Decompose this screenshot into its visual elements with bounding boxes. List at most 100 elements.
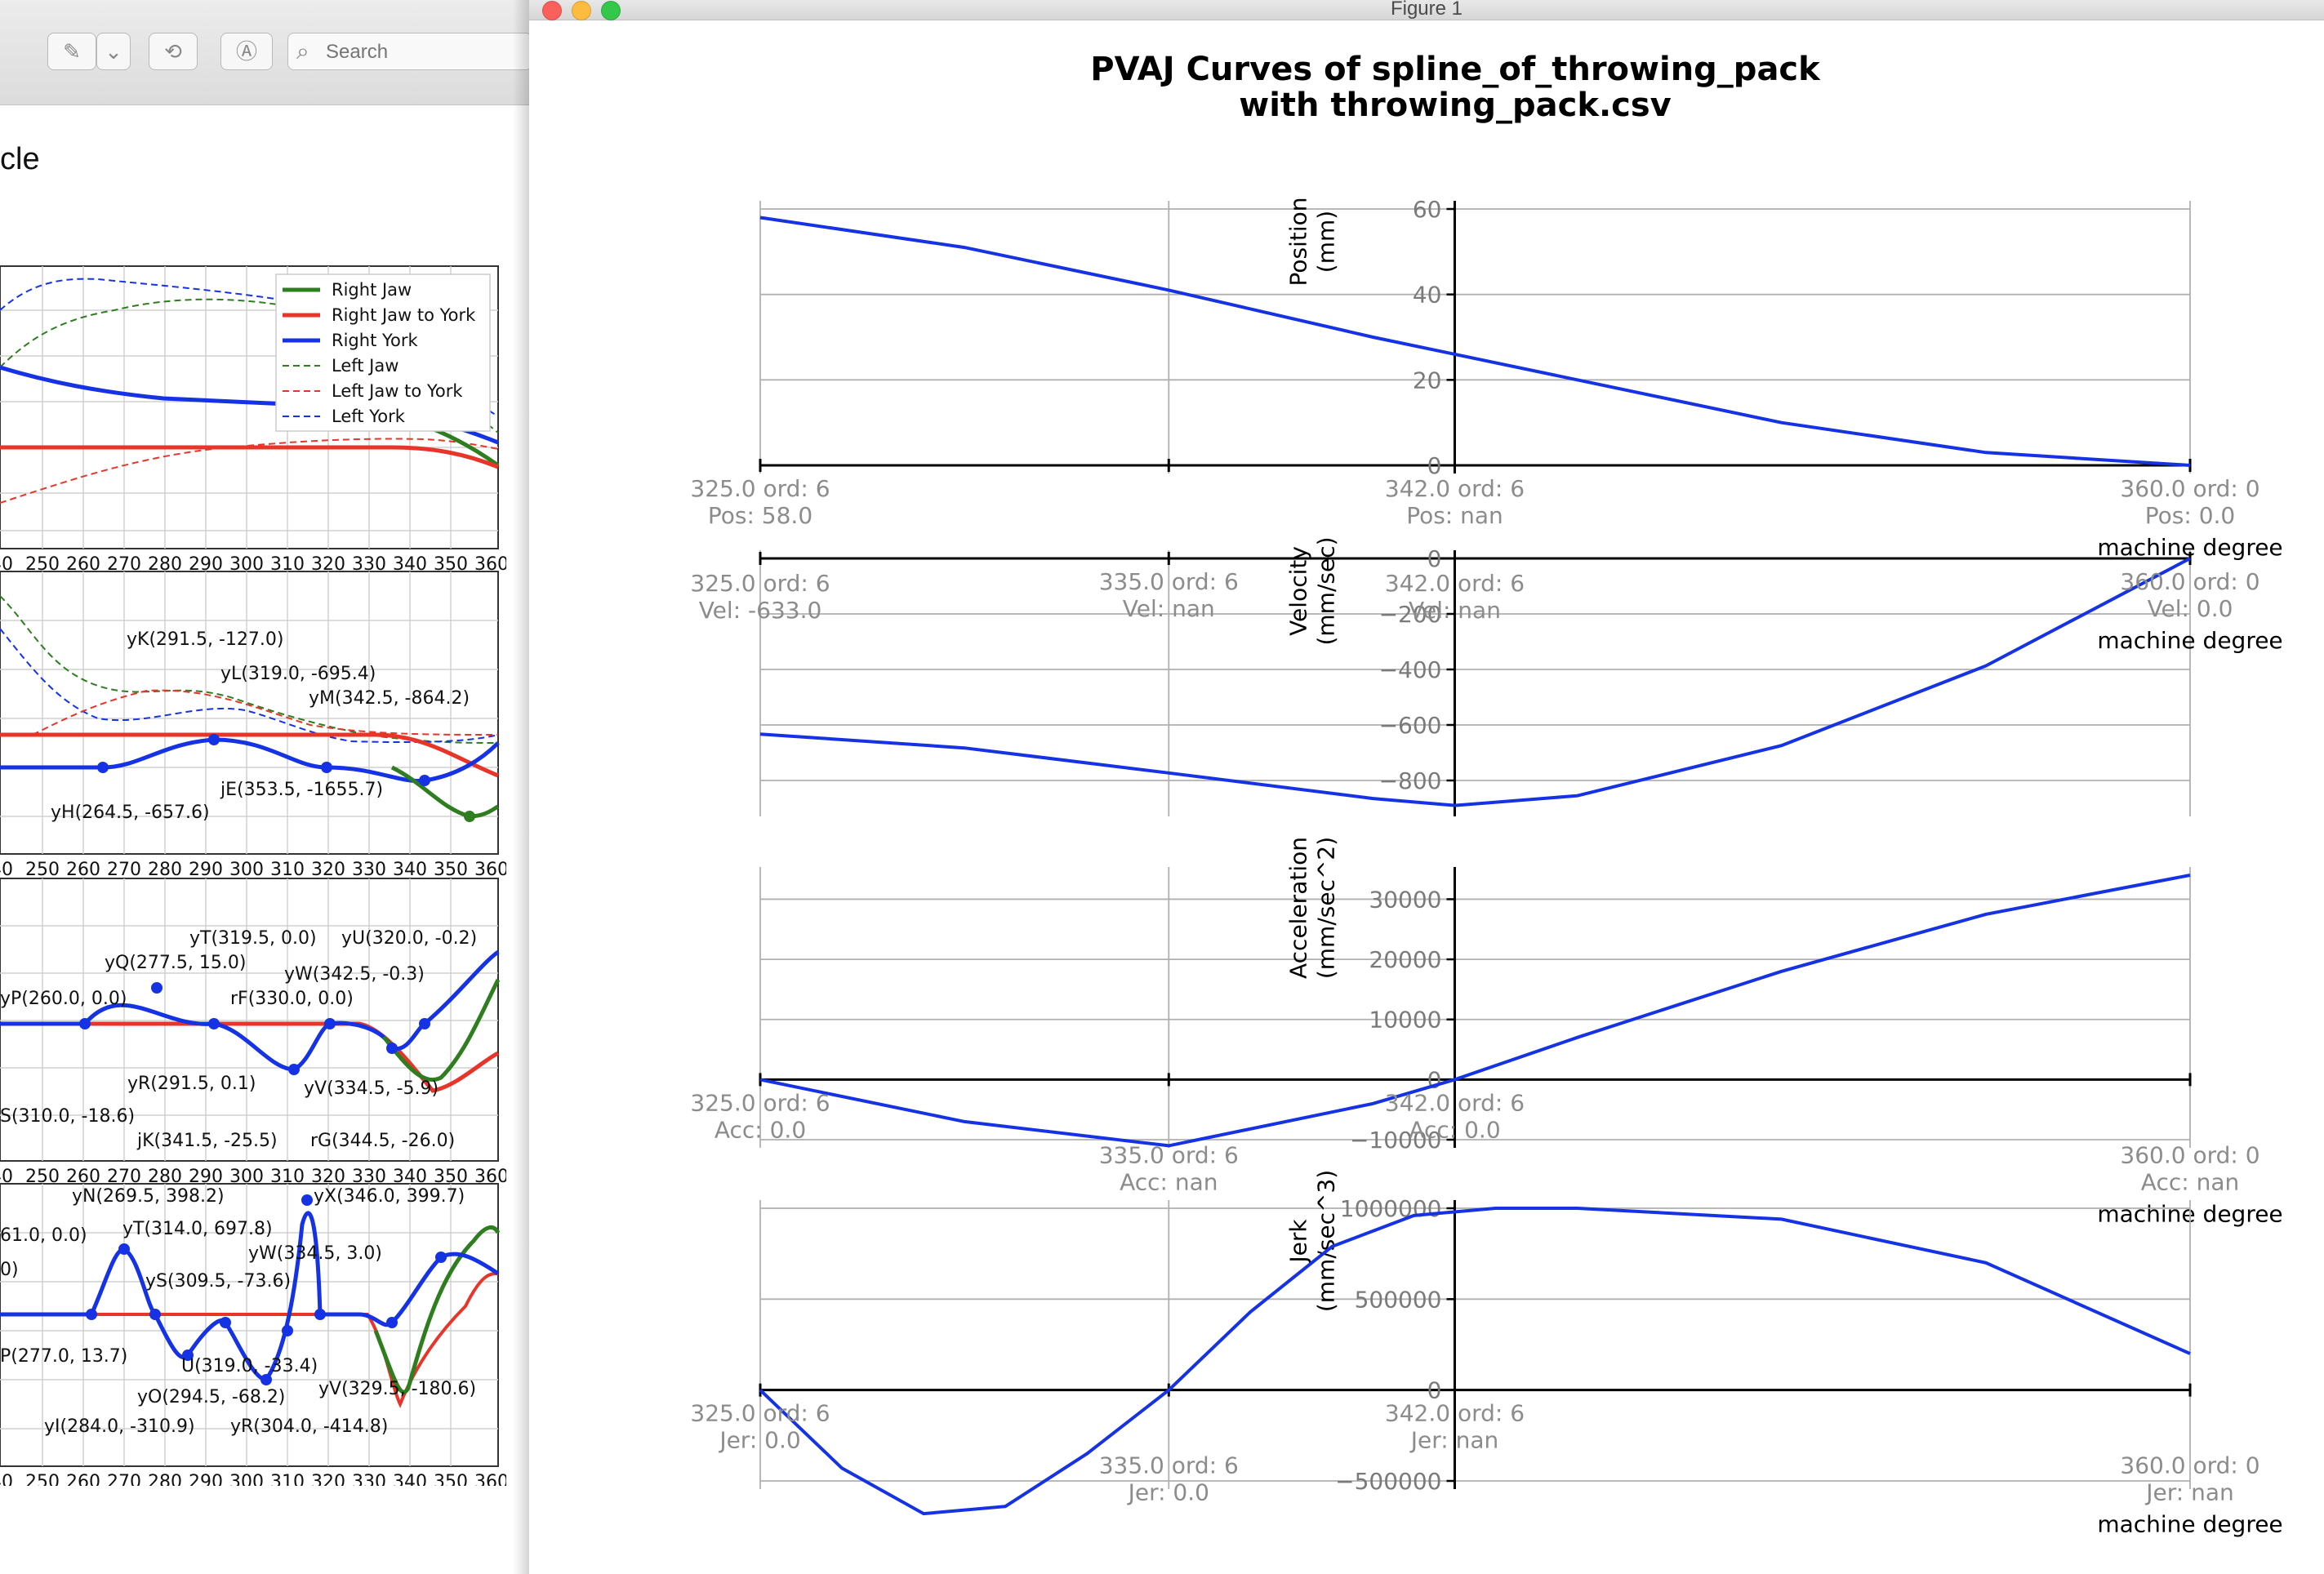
back-annotation: yI(284.0, -310.9) <box>44 1416 195 1437</box>
y-axis-label: (mm/sec^2) <box>1312 837 1339 979</box>
back-annotation: P(277.0, 13.7) <box>0 1346 127 1367</box>
y-tick-label: −800 <box>1379 767 1442 794</box>
rotate-button[interactable]: ⟲ <box>149 33 198 70</box>
back-annotation: yW(334.5, 3.0) <box>248 1243 382 1264</box>
subplot-velocity: −800−600−400−2000Velocity (mm/sec)325.0 o… <box>690 536 2283 816</box>
background-figure: Right Jaw Right Jaw to York Right York L… <box>0 265 506 1486</box>
cursor-annotation: Pos: nan <box>1406 502 1503 529</box>
y-tick-label: 40 <box>1413 282 1442 309</box>
markup-dropdown-button[interactable]: ⌄ <box>96 33 131 70</box>
cursor-annotation: 360.0 ord: 0 <box>2120 1452 2259 1479</box>
cursor-annotation: Acc: 0.0 <box>1409 1116 1500 1143</box>
x-tick-label: 40 <box>0 1472 13 1486</box>
y-tick-label: 20 <box>1413 367 1442 394</box>
back-panel-4: yN(269.5, 398.2) yX(346.0, 399.7) 61.0, … <box>0 1183 506 1486</box>
figure-window: Figure 1 PVAJ Curves of spline_of_throwi… <box>529 0 2324 1574</box>
x-axis-label: machine degree <box>2097 1511 2282 1538</box>
pvaj-figure: PVAJ Curves of spline_of_throwing_pack w… <box>690 51 2283 1538</box>
back-annotation: S(310.0, -18.6) <box>0 1106 135 1127</box>
y-axis-label: Acceleration <box>1284 837 1311 979</box>
x-tick-label: 320 <box>311 860 345 880</box>
cursor-annotation: 342.0 ord: 6 <box>1385 1089 1525 1116</box>
cursor-annotation: Jer: nan <box>1409 1427 1499 1454</box>
window-shadow <box>513 0 531 1574</box>
legend-label: Left Jaw <box>332 356 398 376</box>
back-annotation: yT(319.5, 0.0) <box>189 928 317 949</box>
cursor-annotation: Pos: 58.0 <box>708 502 813 529</box>
x-tick-label: 330 <box>352 1472 386 1486</box>
cursor-annotation: 325.0 ord: 6 <box>690 1089 830 1116</box>
back-annotation: yS(309.5, -73.6) <box>145 1271 291 1292</box>
back-annotation: yU(320.0, -0.2) <box>341 928 477 949</box>
cursor-annotation: 325.0 ord: 6 <box>690 475 830 502</box>
back-panel-4-xticks: 40 250 260 270 280 290 300 310 320 330 340 350 360 <box>0 1472 506 1486</box>
cursor-annotation: Acc: nan <box>1120 1168 1218 1195</box>
y-tick-label: −500000 <box>1335 1468 1441 1495</box>
back-annotation: yT(314.0, 697.8) <box>122 1219 273 1239</box>
cursor-annotation: 325.0 ord: 6 <box>690 570 830 597</box>
x-tick-label: 250 <box>25 1472 60 1486</box>
back-annotation: yH(264.5, -657.6) <box>51 803 210 823</box>
search-input[interactable] <box>324 38 523 66</box>
x-tick-label: 360 <box>474 1472 506 1486</box>
y-tick-label: 1000000 <box>1340 1195 1442 1222</box>
x-tick-label: 300 <box>229 860 264 880</box>
back-annotation: yR(291.5, 0.1) <box>127 1074 256 1094</box>
search-icon: ⌕ <box>296 38 309 64</box>
x-tick-label: 320 <box>311 1472 345 1486</box>
back-panel-2: yK(291.5, -127.0) yL(319.0, -695.4) yM(3… <box>0 571 506 880</box>
legend-label: Right Jaw <box>332 280 412 300</box>
back-annotation: yP(260.0, 0.0) <box>0 989 127 1009</box>
cursor-annotation: 335.0 ord: 6 <box>1099 1452 1239 1479</box>
y-axis-label: (mm/sec) <box>1312 536 1339 645</box>
back-panel-2-xticks: 40 250 260 270 280 290 300 310 320 330 340 350 360 <box>0 860 506 880</box>
back-annotation: 61.0, 0.0) <box>0 1225 87 1246</box>
x-tick-label: 310 <box>270 860 305 880</box>
x-tick-label: 310 <box>270 1472 305 1486</box>
back-annotation: yV(329.5, -180.6) <box>318 1379 476 1399</box>
back-annotation: yM(342.5, -864.2) <box>309 688 470 709</box>
cursor-annotation: 360.0 ord: 0 <box>2120 1141 2259 1168</box>
y-axis-label: (mm/sec^3) <box>1312 1170 1339 1312</box>
rotate-icon: ⟲ <box>164 40 182 64</box>
grid <box>759 201 2191 474</box>
subplot-jerk: −50000005000001000000Jerk (mm/sec^3)325.0… <box>690 1170 2282 1538</box>
markup-pencil-button[interactable]: ✎ <box>47 33 96 70</box>
markup-toolbar-button[interactable]: Ⓐ <box>220 33 273 70</box>
x-tick-label: 360 <box>474 860 506 880</box>
x-tick-label: 340 <box>393 1472 427 1486</box>
y-tick-label: 60 <box>1413 196 1442 223</box>
cursor-annotation: Acc: 0.0 <box>715 1116 806 1143</box>
y-axis-label: (mm) <box>1312 211 1339 273</box>
back-annotation: yK(291.5, -127.0) <box>127 629 284 650</box>
x-tick-label: 280 <box>148 860 182 880</box>
legend-label: Left York <box>332 407 406 426</box>
cursor-annotation: Pos: 0.0 <box>2145 502 2235 529</box>
back-annotation: 0) <box>0 1260 19 1280</box>
markup-icon: Ⓐ <box>235 40 257 64</box>
y-tick-label: −400 <box>1379 656 1442 683</box>
y-axis-label: Jerk <box>1284 1219 1311 1265</box>
x-tick-label: 350 <box>434 860 468 880</box>
x-axis-label: machine degree <box>2097 627 2282 654</box>
cursor-annotation: Vel: 0.0 <box>2148 595 2233 622</box>
document-toolbar: ✎ ⌄ ⟲ Ⓐ ⌕ <box>0 0 532 105</box>
back-annotation: yW(342.5, -0.3) <box>284 964 425 985</box>
series-line <box>759 1207 2191 1516</box>
back-annotation: yO(294.5, -68.2) <box>137 1387 285 1407</box>
back-annotation: yX(346.0, 399.7) <box>314 1186 465 1207</box>
y-tick-label: 10000 <box>1369 1007 1441 1034</box>
chevron-down-icon: ⌄ <box>105 40 122 64</box>
subplot-acceleration: −100000100002000030000Acceleration (mm/se… <box>690 837 2282 1228</box>
x-tick-label: 270 <box>107 1472 141 1486</box>
cursor-annotation: Vel: nan <box>1123 595 1215 622</box>
back-annotation: yR(304.0, -414.8) <box>230 1416 388 1437</box>
cursor-annotation: 360.0 ord: 0 <box>2120 475 2259 502</box>
x-tick-label: 290 <box>189 860 223 880</box>
x-tick-label: 280 <box>148 1472 182 1486</box>
cursor-annotation: Jer: nan <box>2144 1479 2234 1506</box>
y-axis-label: Position <box>1284 197 1311 286</box>
search-field[interactable]: ⌕ <box>287 33 532 70</box>
back-annotation: yQ(277.5, 15.0) <box>105 953 246 973</box>
series-line <box>759 216 2191 467</box>
